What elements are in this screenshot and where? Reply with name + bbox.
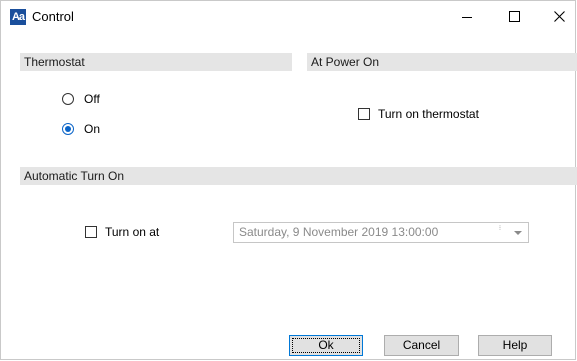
turn-on-at-box[interactable]	[85, 226, 97, 238]
title-bar[interactable]: Aa Control	[1, 1, 575, 32]
radio-on[interactable]: On	[62, 122, 100, 136]
close-button[interactable]	[536, 1, 577, 32]
help-label: Help	[502, 338, 528, 352]
cancel-button[interactable]: Cancel	[384, 335, 459, 356]
turn-on-thermostat-label: Turn on thermostat	[378, 107, 479, 121]
close-icon	[553, 11, 565, 22]
maximize-button[interactable]	[491, 1, 537, 32]
minimize-icon	[462, 17, 472, 18]
ok-button[interactable]: Ok	[289, 335, 363, 356]
spin-up-icon: ⁝	[498, 225, 502, 232]
turn-on-thermostat-checkbox[interactable]: Turn on thermostat	[358, 107, 479, 121]
datetime-spinner[interactable]: ⁝	[496, 225, 504, 240]
cancel-label: Cancel	[402, 338, 441, 352]
chevron-down-icon[interactable]	[514, 231, 522, 235]
turn-on-at-label: Turn on at	[105, 225, 160, 239]
app-icon: Aa	[10, 9, 26, 25]
window-title: Control	[32, 9, 74, 24]
focus-rect	[292, 338, 360, 353]
minimize-button[interactable]	[444, 1, 490, 32]
radio-off-label: Off	[84, 92, 100, 106]
radio-off-indicator[interactable]	[62, 93, 74, 105]
power-on-header: At Power On	[307, 53, 577, 71]
app-icon-text: Aa	[11, 11, 25, 23]
maximize-icon	[508, 11, 520, 22]
help-button[interactable]: Help	[478, 335, 552, 356]
radio-off[interactable]: Off	[62, 92, 100, 106]
thermostat-header: Thermostat	[20, 53, 292, 71]
turn-on-datetime-picker[interactable]: Saturday, 9 November 2019 13:00:00 ⁝	[233, 222, 529, 243]
control-window: Aa Control Thermostat At Power On Off On…	[0, 0, 577, 360]
automatic-turn-on-header: Automatic Turn On	[20, 167, 577, 185]
turn-on-thermostat-box[interactable]	[358, 108, 370, 120]
datetime-value: Saturday, 9 November 2019 13:00:00	[239, 225, 439, 239]
radio-on-label: On	[84, 122, 101, 136]
radio-on-indicator[interactable]	[62, 123, 74, 135]
turn-on-at-checkbox[interactable]: Turn on at	[85, 225, 159, 239]
